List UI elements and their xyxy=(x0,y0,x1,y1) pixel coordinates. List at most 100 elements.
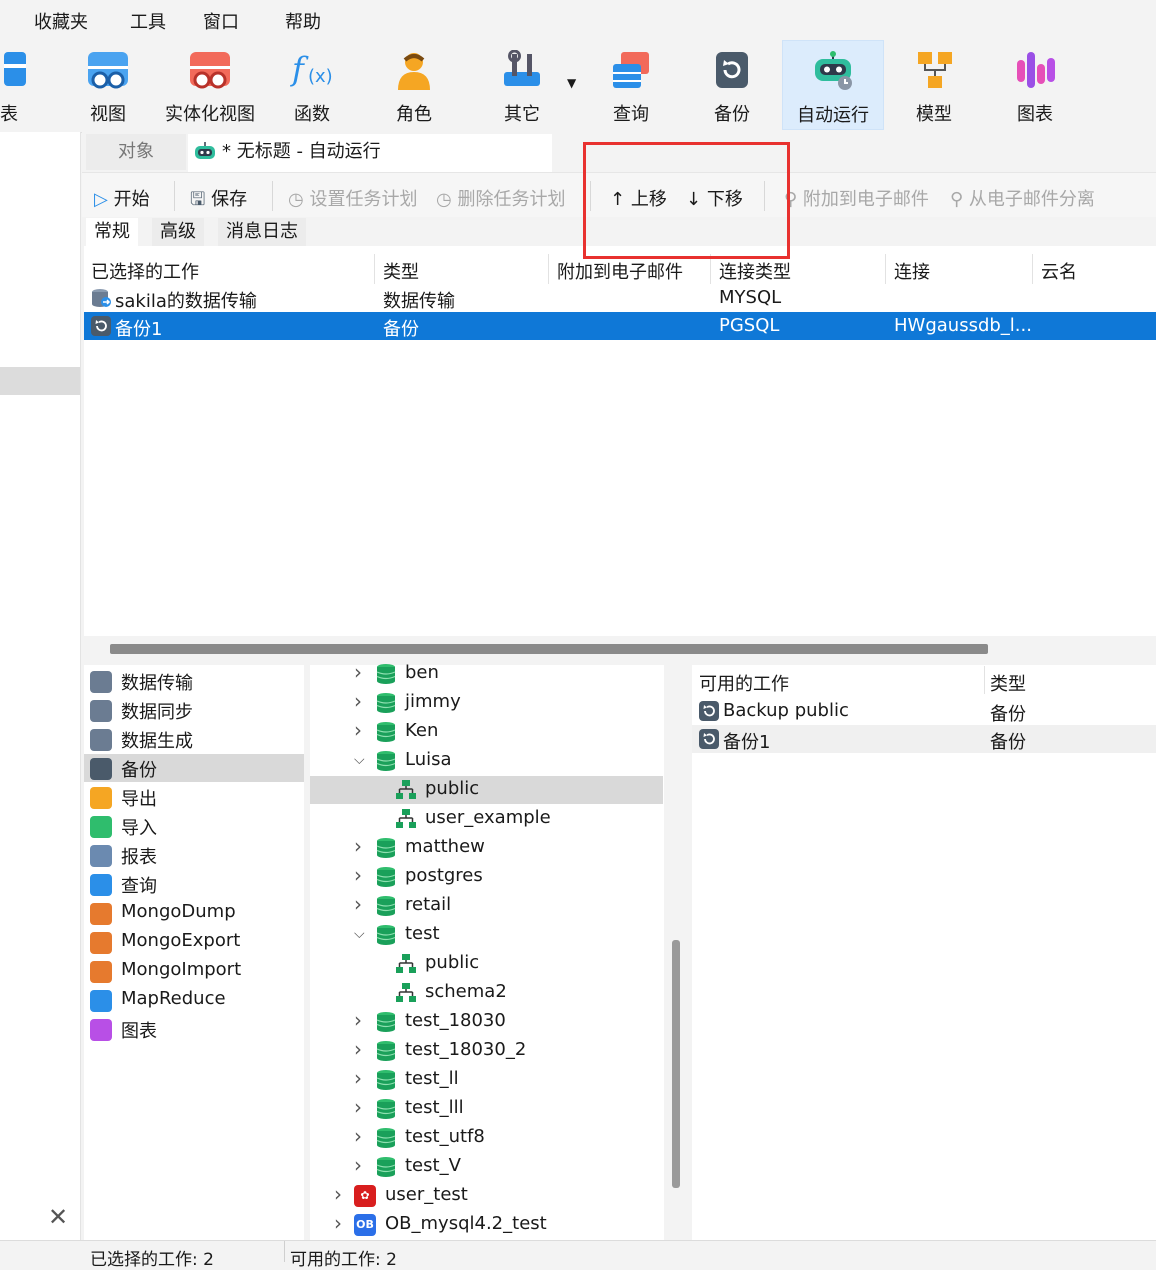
tree-node[interactable]: › test_utf8 xyxy=(310,1124,663,1152)
col-connection-type[interactable]: 连接类型 xyxy=(719,258,791,284)
chevron-right-icon[interactable]: › xyxy=(354,718,362,742)
tree-node[interactable]: public xyxy=(310,950,663,978)
job-type-item[interactable]: 导入 xyxy=(84,812,304,840)
subtab-general[interactable]: 常规 xyxy=(86,218,138,246)
job-type-item[interactable]: MongoImport xyxy=(84,957,304,985)
chevron-right-icon[interactable]: › xyxy=(334,1182,342,1206)
save-button[interactable]: 🖫 保存 xyxy=(190,185,247,217)
tree-node[interactable]: ⌵ test xyxy=(310,921,663,949)
ribbon-chart-button[interactable]: 图表 xyxy=(1005,40,1065,128)
chevron-right-icon[interactable]: › xyxy=(354,1095,362,1119)
set-schedule-button[interactable]: ◷ 设置任务计划 xyxy=(288,185,417,211)
col-connection[interactable]: 连接 xyxy=(894,258,930,284)
ribbon-model-button[interactable]: 模型 xyxy=(904,40,964,128)
col-selected-jobs[interactable]: 已选择的工作 xyxy=(91,258,199,284)
tree-node[interactable]: › ✿ user_test xyxy=(310,1182,663,1210)
chevron-right-icon[interactable]: › xyxy=(354,1066,362,1090)
subtab-message-log[interactable]: 消息日志 xyxy=(218,218,306,246)
ribbon-query-button[interactable]: 查询 xyxy=(600,40,662,128)
menu-window[interactable]: 窗口 xyxy=(203,8,239,34)
ribbon-automation-button[interactable]: 自动运行 xyxy=(782,40,884,130)
chevron-down-icon[interactable]: ⌵ xyxy=(354,926,365,942)
col-attach-email[interactable]: 附加到电子邮件 xyxy=(557,258,683,284)
horizontal-scrollbar[interactable] xyxy=(110,644,988,654)
move-up-button[interactable]: ↑ 上移 xyxy=(610,185,667,211)
job-type-item[interactable]: 备份 xyxy=(84,754,304,782)
job-type-item[interactable]: 数据同步 xyxy=(84,696,304,724)
navigator-selected-row[interactable] xyxy=(0,367,80,395)
ribbon-function-button[interactable]: f (x) 函数 xyxy=(282,40,342,128)
job-type-item[interactable]: 图表 xyxy=(84,1015,304,1043)
ribbon-role-button[interactable]: 角色 xyxy=(384,40,444,128)
row-job-type: 备份 xyxy=(383,319,419,340)
tree-node[interactable]: schema2 xyxy=(310,979,663,1007)
chevron-right-icon[interactable]: › xyxy=(354,1008,362,1032)
tree-node[interactable]: › test_ll xyxy=(310,1066,663,1094)
chevron-right-icon[interactable]: › xyxy=(354,689,362,713)
ribbon-role-label: 角色 xyxy=(396,104,432,125)
ribbon-other-dropdown-icon[interactable]: ▼ xyxy=(567,76,576,90)
tree-node[interactable]: › jimmy xyxy=(310,689,663,717)
job-type-item[interactable]: 查询 xyxy=(84,870,304,898)
job-type-item[interactable]: 数据传输 xyxy=(84,667,304,695)
tree-node[interactable]: › ben xyxy=(310,660,663,688)
start-button[interactable]: ▷ 开始 xyxy=(94,185,150,211)
col-available-jobs[interactable]: 可用的工作 xyxy=(699,670,789,696)
job-type-icon xyxy=(90,990,112,1012)
tree-node[interactable]: › postgres xyxy=(310,863,663,891)
chevron-right-icon[interactable]: › xyxy=(354,1153,362,1177)
job-type-item[interactable]: MongoExport xyxy=(84,928,304,956)
list-item[interactable]: 备份1 备份 xyxy=(692,725,1156,753)
detach-email-label: 从电子邮件分离 xyxy=(968,189,1095,210)
chevron-right-icon[interactable]: › xyxy=(354,863,362,887)
tree-node[interactable]: › OB OB_mysql4.2_test xyxy=(310,1211,663,1239)
table-row[interactable]: sakila的数据传输 数据传输 MYSQL xyxy=(84,284,1156,312)
tree-node[interactable]: ⌵ Luisa xyxy=(310,747,663,775)
chevron-right-icon[interactable]: › xyxy=(354,834,362,858)
vertical-scrollbar[interactable] xyxy=(672,940,680,1188)
col-available-type[interactable]: 类型 xyxy=(990,670,1026,696)
chevron-right-icon[interactable]: › xyxy=(354,1037,362,1061)
move-down-button[interactable]: ↓ 下移 xyxy=(686,185,743,211)
ribbon-matview-button[interactable]: 实体化视图 xyxy=(160,40,260,128)
tree-node[interactable]: › test_V xyxy=(310,1153,663,1181)
job-type-item[interactable]: 报表 xyxy=(84,841,304,869)
col-cloud-name[interactable]: 云名 xyxy=(1041,258,1077,284)
chevron-right-icon[interactable]: › xyxy=(354,1124,362,1148)
tree-node[interactable]: › retail xyxy=(310,892,663,920)
chevron-right-icon[interactable]: › xyxy=(334,1211,342,1235)
menu-tools[interactable]: 工具 xyxy=(130,8,166,34)
job-type-item[interactable]: 数据生成 xyxy=(84,725,304,753)
chevron-right-icon[interactable]: › xyxy=(354,892,362,916)
tree-node[interactable]: › test_18030 xyxy=(310,1008,663,1036)
job-type-item[interactable]: MapReduce xyxy=(84,986,304,1014)
subtab-advanced[interactable]: 高级 xyxy=(152,218,204,246)
tree-node[interactable]: › matthew xyxy=(310,834,663,862)
tree-node[interactable]: › Ken xyxy=(310,718,663,746)
chevron-right-icon[interactable]: › xyxy=(354,660,362,684)
chevron-down-icon[interactable]: ⌵ xyxy=(354,752,365,768)
close-icon[interactable]: ✕ xyxy=(48,1203,68,1231)
backup-icon xyxy=(716,52,748,88)
job-type-item[interactable]: 导出 xyxy=(84,783,304,811)
menu-favorites[interactable]: 收藏夹 xyxy=(34,8,88,34)
tree-node[interactable]: user_example xyxy=(310,805,663,833)
job-type-icon xyxy=(90,903,112,925)
tab-automation[interactable]: * 无标题 - 自动运行 xyxy=(188,134,552,172)
ribbon-backup-button[interactable]: 备份 xyxy=(702,40,762,128)
ribbon-table-button[interactable]: 表 xyxy=(0,40,30,128)
detach-email-button[interactable]: ⚲ 从电子邮件分离 xyxy=(950,185,1095,211)
ribbon-view-button[interactable]: 视图 xyxy=(78,40,138,128)
tab-objects[interactable]: 对象 xyxy=(86,134,186,170)
job-type-item[interactable]: MongoDump xyxy=(84,899,304,927)
table-row[interactable]: 备份1 备份 PGSQL HWgaussdb_l... xyxy=(84,312,1156,340)
attach-email-button[interactable]: ⚲ 附加到电子邮件 xyxy=(784,185,929,211)
list-item[interactable]: Backup public 备份 xyxy=(692,697,1156,725)
tree-node[interactable]: › test_18030_2 xyxy=(310,1037,663,1065)
ribbon-other-button[interactable]: 其它 xyxy=(492,40,552,128)
tree-node[interactable]: › test_lll xyxy=(310,1095,663,1123)
delete-schedule-button[interactable]: ◷ 删除任务计划 xyxy=(436,185,565,211)
col-type[interactable]: 类型 xyxy=(383,258,419,284)
tree-node[interactable]: public xyxy=(310,776,663,804)
menu-help[interactable]: 帮助 xyxy=(285,8,321,34)
